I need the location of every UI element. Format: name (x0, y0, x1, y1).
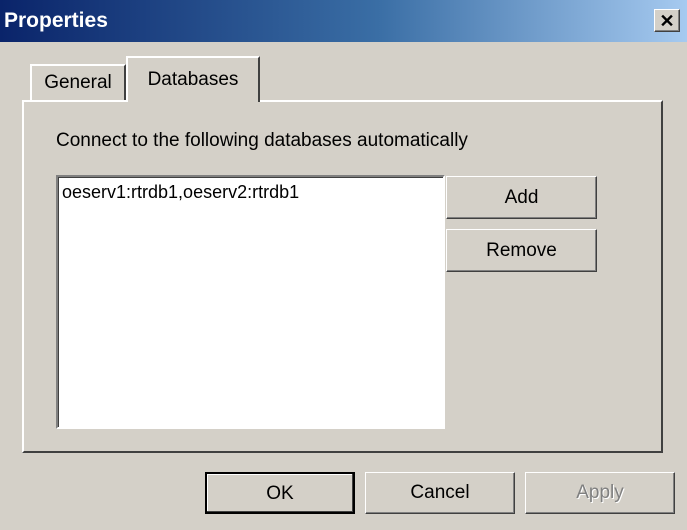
window-title: Properties (4, 9, 108, 32)
auto-connect-label: Connect to the following databases autom… (56, 130, 468, 151)
tab-general[interactable]: General (30, 64, 126, 100)
list-item[interactable]: oeserv1:rtrdb1,oeserv2:rtrdb1 (62, 182, 299, 203)
title-bar[interactable]: Properties ✕ (0, 0, 687, 42)
add-button[interactable]: Add (446, 176, 597, 219)
cancel-button[interactable]: Cancel (365, 472, 515, 514)
database-listbox[interactable]: oeserv1:rtrdb1,oeserv2:rtrdb1 (56, 175, 445, 429)
apply-button: Apply (525, 472, 675, 514)
close-button[interactable]: ✕ (654, 9, 680, 32)
tab-databases[interactable]: Databases (126, 56, 260, 102)
ok-button[interactable]: OK (205, 472, 355, 514)
close-icon: ✕ (659, 11, 675, 31)
remove-button[interactable]: Remove (446, 229, 597, 272)
